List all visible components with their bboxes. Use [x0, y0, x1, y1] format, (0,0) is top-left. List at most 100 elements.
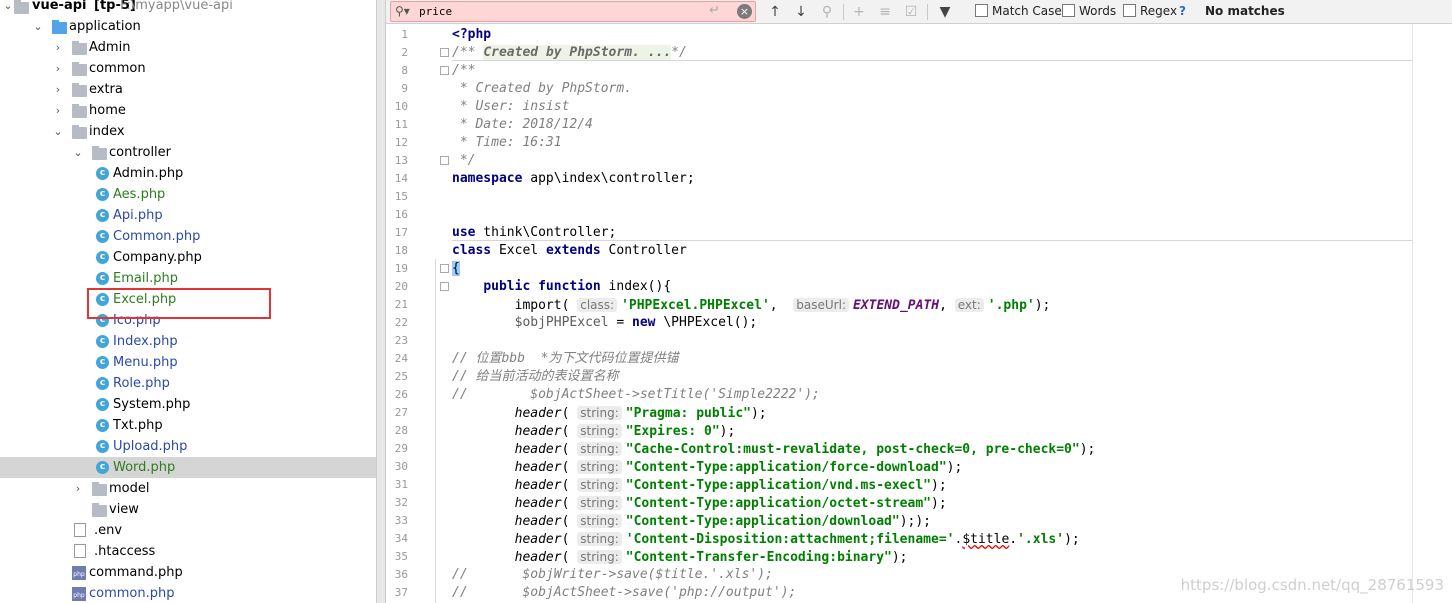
tree-item[interactable]: php common.php [0, 583, 376, 603]
match-case-checkbox[interactable] [975, 4, 988, 17]
code-line[interactable]: <?php [452, 26, 491, 44]
code-line[interactable]: // 给当前活动的表设置名称 [452, 368, 618, 386]
select-all-occurrences-icon[interactable]: ≡ [875, 2, 895, 22]
line-number: 17 [394, 226, 408, 239]
search-icon[interactable]: ⚲▾ [395, 4, 410, 18]
tree-item[interactable]: ⌄ index [0, 121, 376, 142]
add-selection-icon[interactable]: + [849, 2, 869, 22]
code-line[interactable]: * User: insist [452, 98, 570, 116]
code-line[interactable]: header( string: "Expires: 0"); [452, 422, 735, 440]
code-line[interactable]: // $objWriter->save($title.'.xls'); [452, 566, 773, 584]
code-line[interactable]: header( string: "Content-Type:application… [452, 476, 947, 494]
code-line[interactable]: header( string: "Cache-Control:must-reval… [452, 440, 1095, 458]
code-line[interactable]: header( string: "Content-Type:application… [452, 458, 962, 476]
parameter-hint: baseUrl: [793, 298, 849, 312]
tree-item[interactable]: c Role.php [0, 373, 376, 394]
tree-item[interactable]: › home [0, 100, 376, 121]
code-line[interactable]: import( class: 'PHPExcel.PHPExcel', baseU… [452, 296, 1050, 314]
project-tree[interactable]: ⌄ vue-api [tp-5] F:\myapp\vue-api ⌄ appli… [0, 0, 376, 603]
code-area[interactable]: <?php/** Created by PhpStorm. ...*//** *… [452, 24, 1452, 603]
code-line[interactable]: class Excel extends Controller [452, 242, 687, 260]
code-line[interactable]: header( string: "Content-Type:application… [452, 494, 947, 512]
tree-item[interactable]: › model [0, 478, 376, 499]
select-occurrences-icon[interactable]: ☑ [901, 2, 921, 22]
code-editor[interactable]: ⚲▾ ↵ × ↑ ↓ ⚲ + ≡ ☑ ▼ Match Case Words Re… [386, 0, 1452, 603]
code-line[interactable]: namespace app\index\controller; [452, 170, 695, 188]
clear-icon[interactable]: × [737, 4, 752, 19]
fold-marker-icon[interactable] [440, 264, 449, 273]
tree-item[interactable]: c Word.php [0, 457, 376, 478]
next-occurrence-icon[interactable]: ↓ [791, 2, 811, 22]
words-checkbox[interactable] [1062, 4, 1075, 17]
filter-icon[interactable]: ▼ [935, 2, 955, 22]
tree-item[interactable]: c Common.php [0, 226, 376, 247]
chevron-right-icon[interactable]: › [52, 37, 64, 58]
tree-item[interactable]: .htaccess [0, 541, 376, 562]
tree-item[interactable]: › common [0, 58, 376, 79]
regex-label[interactable]: Regex [1140, 4, 1177, 18]
line-number: 27 [394, 406, 408, 419]
tree-item[interactable]: ⌄ controller [0, 142, 376, 163]
regex-help-link[interactable]: ? [1179, 4, 1186, 18]
chevron-down-icon[interactable]: ⌄ [72, 142, 84, 163]
tree-item[interactable]: view [0, 499, 376, 520]
code-token: header [514, 424, 562, 439]
code-line[interactable]: // $objActSheet->setTitle('Simple2222'); [452, 386, 820, 404]
chevron-down-icon[interactable]: ⌄ [52, 121, 64, 142]
words-label[interactable]: Words [1079, 4, 1116, 18]
code-line[interactable]: header( string: "Pragma: public"); [452, 404, 767, 422]
find-all-icon[interactable]: ⚲ [817, 2, 837, 22]
code-line[interactable]: header( string: "Content-Type:application… [452, 512, 931, 530]
tree-item[interactable]: c System.php [0, 394, 376, 415]
chevron-right-icon[interactable]: › [72, 478, 84, 499]
tree-item[interactable]: c Index.php [0, 331, 376, 352]
code-line[interactable]: * Created by PhpStorm. [452, 80, 632, 98]
match-case-label[interactable]: Match Case [992, 4, 1062, 18]
php-class-icon: c [96, 335, 109, 348]
code-line[interactable]: use think\Controller; [452, 224, 616, 242]
code-line[interactable]: * Date: 2018/12/4 [452, 116, 593, 134]
tree-item[interactable]: c Menu.php [0, 352, 376, 373]
tree-item[interactable]: c Email.php [0, 268, 376, 289]
tree-item[interactable]: › Admin [0, 37, 376, 58]
fold-marker-icon[interactable] [440, 282, 449, 291]
tree-item[interactable]: c Upload.php [0, 436, 376, 457]
tree-root[interactable]: ⌄ vue-api [tp-5] F:\myapp\vue-api [0, 0, 376, 16]
code-line[interactable]: // $objActSheet->save('php://output'); [452, 584, 796, 602]
code-line[interactable]: /** Created by PhpStorm. ...*/ [452, 44, 687, 62]
chevron-down-icon[interactable]: ⌄ [32, 16, 44, 37]
tree-item[interactable]: .env [0, 520, 376, 541]
fold-marker-icon[interactable] [440, 48, 449, 57]
tree-item[interactable]: php command.php [0, 562, 376, 583]
tree-item[interactable]: c Api.php [0, 205, 376, 226]
fold-marker-icon[interactable] [440, 66, 449, 75]
chevron-right-icon[interactable]: › [52, 100, 64, 121]
code-line[interactable]: // 位置bbb *为下文代码位置提供锚 [452, 350, 678, 368]
search-input[interactable] [419, 3, 689, 20]
code-line[interactable]: $objPHPExcel = new \PHPExcel(); [452, 314, 758, 332]
fold-marker-icon[interactable] [440, 156, 449, 165]
code-line[interactable]: { [452, 260, 460, 278]
code-line[interactable]: header( string: 'Content-Disposition:atta… [452, 530, 1080, 548]
chevron-right-icon[interactable]: › [52, 58, 64, 79]
tree-item[interactable]: ⌄ application [0, 16, 376, 37]
tree-item[interactable]: c Admin.php [0, 163, 376, 184]
code-line[interactable]: * Time: 16:31 [452, 134, 562, 152]
code-line[interactable]: public function index(){ [452, 278, 671, 296]
panel-splitter[interactable] [376, 0, 386, 603]
tree-item[interactable]: c Txt.php [0, 415, 376, 436]
tree-item[interactable]: › extra [0, 79, 376, 100]
code-line[interactable]: */ [452, 152, 476, 170]
previous-occurrence-icon[interactable]: ↑ [765, 2, 785, 22]
tree-item[interactable]: c Company.php [0, 247, 376, 268]
chevron-right-icon[interactable]: › [52, 79, 64, 100]
chevron-down-icon[interactable]: ⌄ [2, 0, 14, 16]
code-line[interactable]: header( string: "Content-Transfer-Encodin… [452, 548, 908, 566]
tree-item-label: model [109, 481, 150, 496]
tree-item[interactable]: c Aes.php [0, 184, 376, 205]
search-box[interactable]: ⚲▾ ↵ × [390, 1, 756, 22]
code-token: * Created by PhpStorm. [452, 81, 633, 96]
code-line[interactable]: /** [452, 62, 475, 80]
regex-checkbox[interactable] [1123, 4, 1136, 17]
